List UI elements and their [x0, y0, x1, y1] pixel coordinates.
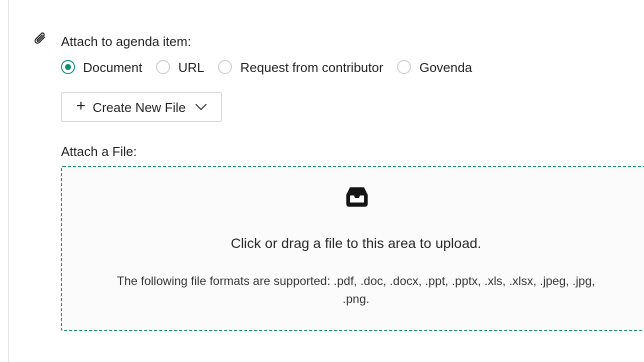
radio-url[interactable]: URL [156, 60, 204, 75]
radio-request-from-contributor[interactable]: Request from contributor [218, 60, 383, 75]
chevron-down-icon [195, 103, 207, 111]
dropzone-title: Click or drag a file to this area to upl… [230, 235, 482, 251]
radio-document[interactable]: Document [61, 60, 142, 75]
radio-label: URL [178, 59, 205, 75]
radio-label: Request from contributor [240, 59, 384, 75]
radio-label: Govenda [419, 59, 473, 75]
radio-circle[interactable] [397, 60, 412, 74]
attach-to-agenda-label: Attach to agenda item: [61, 34, 192, 49]
create-new-file-label: Create New File [92, 99, 186, 115]
formats-line-2: .png. [342, 292, 370, 306]
inbox-icon [346, 187, 368, 207]
radio-label: Document [83, 59, 143, 75]
attach-a-file-label: Attach a File: [61, 144, 137, 159]
radio-govenda[interactable]: Govenda [397, 60, 472, 75]
attach-type-radio-group: Document URL Request from contributor Go… [61, 58, 486, 76]
file-upload-dropzone[interactable]: Click or drag a file to this area to upl… [61, 166, 644, 331]
radio-circle[interactable] [61, 60, 75, 74]
radio-circle[interactable] [156, 60, 171, 74]
paperclip-icon [34, 32, 46, 44]
dropzone-supported-formats: The following file formats are supported… [62, 272, 644, 308]
left-divider [8, 0, 9, 362]
create-new-file-button[interactable]: + Create New File [61, 92, 222, 122]
plus-icon: + [76, 97, 86, 115]
radio-circle[interactable] [218, 60, 233, 74]
formats-line-1: The following file formats are supported… [116, 274, 596, 288]
